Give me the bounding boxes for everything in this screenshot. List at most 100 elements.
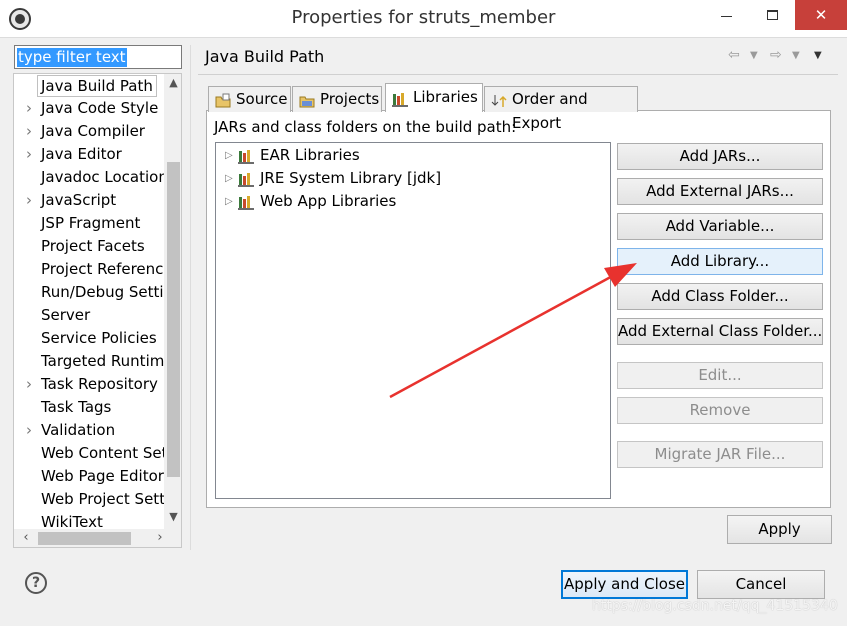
add-variable-button[interactable]: Add Variable...	[617, 213, 823, 240]
apply-and-close-button[interactable]: Apply and Close	[561, 570, 688, 599]
sidebar-item-label: Javadoc Location	[41, 168, 166, 186]
tab-order-and-export[interactable]: Order and Export	[484, 86, 638, 132]
chevron-right-icon[interactable]: ▷	[225, 144, 233, 167]
library-icon	[238, 148, 255, 164]
tab-label: Libraries	[413, 88, 478, 106]
sidebar-item[interactable]: Targeted Runtimes	[14, 350, 166, 373]
minimize-button[interactable]	[703, 0, 749, 30]
maximize-icon	[766, 10, 778, 20]
order-export-icon	[491, 92, 507, 108]
dropdown-icon[interactable]: ▼	[750, 50, 758, 61]
cancel-button[interactable]: Cancel	[697, 570, 825, 599]
scrollbar-thumb[interactable]	[38, 532, 131, 545]
chevron-down-icon[interactable]: ▼	[167, 510, 180, 528]
chevron-up-icon[interactable]: ▲	[167, 76, 180, 94]
add-external-jars-button[interactable]: Add External JARs...	[617, 178, 823, 205]
header-divider	[198, 74, 838, 75]
chevron-right-icon[interactable]: ›	[26, 419, 36, 442]
add-library-button[interactable]: Add Library...	[617, 248, 823, 275]
edit-button[interactable]: Edit...	[617, 362, 823, 389]
chevron-right-icon[interactable]: ›	[26, 189, 36, 212]
tab-source[interactable]: Source	[208, 86, 291, 112]
page-navigation: ⇦ ▼ ⇨ ▼ ▼	[728, 47, 828, 67]
maximize-button[interactable]	[749, 0, 795, 30]
sidebar-item[interactable]: › Validation	[14, 419, 166, 442]
sidebar-item[interactable]: › JavaScript	[14, 189, 166, 212]
sidebar-item[interactable]: Project Facets	[14, 235, 166, 258]
tab-label: Projects	[320, 90, 380, 108]
tab-projects[interactable]: Projects	[292, 86, 382, 112]
chevron-right-icon[interactable]: ›	[152, 530, 168, 545]
sidebar-item[interactable]: Task Tags	[14, 396, 166, 419]
tree-vertical-scrollbar[interactable]: ▲ ▼	[164, 74, 181, 529]
page-title: Java Build Path	[205, 47, 325, 66]
chevron-left-icon[interactable]: ‹	[18, 530, 34, 545]
sidebar-item-label: Project Facets	[41, 237, 145, 255]
library-icon	[392, 89, 408, 107]
filter-placeholder-selection: type filter text	[17, 48, 127, 67]
chevron-right-icon[interactable]: ▷	[225, 190, 233, 213]
library-icon	[238, 194, 255, 210]
library-label: Web App Libraries	[260, 192, 397, 210]
sidebar-item-label: Web Page Editor	[41, 467, 164, 485]
preference-tree[interactable]: Java Build Path › Java Code Style › Java Com…	[13, 73, 182, 548]
sidebar-item[interactable]: › Java Editor	[14, 143, 166, 166]
library-icon	[238, 171, 255, 187]
sidebar-item-label: Web Content Settings	[41, 444, 166, 462]
sidebar-item[interactable]: Project References	[14, 258, 166, 281]
scrollbar-thumb[interactable]	[167, 162, 180, 477]
close-button[interactable]: ✕	[795, 0, 847, 30]
chevron-right-icon[interactable]: ›	[26, 373, 36, 396]
sidebar-item[interactable]: Javadoc Location	[14, 166, 166, 189]
dropdown-icon[interactable]: ▼	[792, 50, 800, 61]
sidebar-item[interactable]: Service Policies	[14, 327, 166, 350]
sidebar-item[interactable]: JSP Fragment	[14, 212, 166, 235]
menu-icon[interactable]: ▼	[814, 50, 822, 61]
sidebar-item[interactable]: › Task Repository	[14, 373, 166, 396]
sidebar-item[interactable]: Web Project Settings	[14, 488, 166, 511]
sidebar-item-label: JSP Fragment	[41, 214, 141, 232]
sidebar-item-label: Web Project Settings	[41, 490, 166, 508]
sidebar-item[interactable]: Web Content Settings	[14, 442, 166, 465]
panel-sash[interactable]	[190, 45, 191, 550]
sidebar-item-label: JavaScript	[41, 191, 117, 209]
chevron-right-icon[interactable]: ›	[26, 120, 36, 143]
sidebar-item-label: Targeted Runtimes	[41, 352, 166, 370]
minimize-icon	[720, 15, 732, 17]
sidebar-item-label: Run/Debug Settings	[41, 283, 166, 301]
add-class-folder-button[interactable]: Add Class Folder...	[617, 283, 823, 310]
sidebar-item[interactable]: Web Page Editor	[14, 465, 166, 488]
title-bar: Properties for struts_member ✕	[0, 0, 847, 38]
remove-button[interactable]: Remove	[617, 397, 823, 424]
library-label: EAR Libraries	[260, 146, 360, 164]
tree-horizontal-scrollbar[interactable]: ‹ ›	[14, 529, 181, 547]
forward-arrow-icon[interactable]: ⇨	[770, 47, 782, 63]
chevron-right-icon[interactable]: ▷	[225, 167, 233, 190]
help-icon[interactable]: ?	[25, 572, 47, 594]
chevron-right-icon[interactable]: ›	[26, 143, 36, 166]
sidebar-item-label: Validation	[41, 421, 116, 439]
add-external-class-folder-button[interactable]: Add External Class Folder...	[617, 318, 823, 345]
add-jars-button[interactable]: Add JARs...	[617, 143, 823, 170]
sidebar-item-label: Java Editor	[41, 145, 122, 163]
sidebar-item[interactable]: Run/Debug Settings	[14, 281, 166, 304]
migrate-jar-file-button[interactable]: Migrate JAR File...	[617, 441, 823, 468]
tab-libraries[interactable]: Libraries	[385, 83, 483, 112]
sidebar-item-label: Project References	[41, 260, 166, 278]
back-arrow-icon[interactable]: ⇦	[728, 47, 740, 63]
sidebar-item[interactable]: Server	[14, 304, 166, 327]
sidebar-item[interactable]: Java Build Path	[14, 74, 166, 97]
sidebar-item-label: Java Compiler	[41, 122, 145, 140]
library-label: JRE System Library [jdk]	[260, 169, 442, 187]
sidebar-item-label: Task Repository	[41, 375, 158, 393]
library-tree[interactable]: ▷ EAR Libraries ▷ JRE System Library [jdk] ▷…	[215, 142, 611, 499]
tab-label: Source	[236, 90, 288, 108]
build-path-caption: JARs and class folders on the build path…	[214, 118, 517, 136]
chevron-right-icon[interactable]: ›	[26, 97, 36, 120]
sidebar-item[interactable]: › Java Code Style	[14, 97, 166, 120]
sidebar-item-label: Java Build Path	[37, 75, 157, 97]
apply-button[interactable]: Apply	[727, 515, 832, 544]
sidebar-item[interactable]: › Java Compiler	[14, 120, 166, 143]
watermark: https://blog.csdn.net/qq_41515340	[592, 598, 838, 614]
sidebar-item-label: Server	[41, 306, 91, 324]
